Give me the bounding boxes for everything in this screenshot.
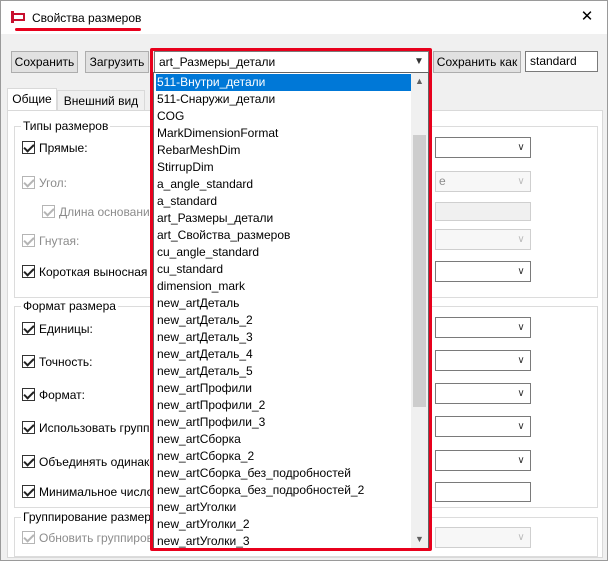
combine-same-select[interactable]: ∨ <box>435 450 531 471</box>
chevron-down-icon: ∨ <box>517 266 525 277</box>
tab-general[interactable]: Общие <box>7 88 57 110</box>
checkbox[interactable] <box>22 355 35 368</box>
dropdown-item[interactable]: new_artСборка_2 <box>156 448 412 465</box>
checkbox[interactable] <box>22 265 35 278</box>
dropdown-item[interactable]: MarkDimensionFormat <box>156 125 412 142</box>
bent-select: ∨ <box>435 229 531 250</box>
chevron-down-icon: ∨ <box>517 234 525 245</box>
save-as-name-input[interactable]: standard <box>525 51 598 72</box>
chevron-down-icon: ∨ <box>517 322 525 333</box>
scroll-down-icon[interactable]: ▼ <box>411 531 428 548</box>
setting-bent: Гнутая: <box>22 234 79 250</box>
scroll-up-icon[interactable]: ▲ <box>411 73 428 90</box>
preset-value: art_Размеры_детали <box>159 55 276 69</box>
close-icon[interactable]: ✕ <box>577 7 597 27</box>
app-icon <box>11 11 25 23</box>
dropdown-item[interactable]: new_artДеталь_4 <box>156 346 412 363</box>
dropdown-item[interactable]: a_standard <box>156 193 412 210</box>
chevron-down-icon[interactable]: ▼ <box>411 53 427 71</box>
dropdown-item[interactable]: COG <box>156 108 412 125</box>
checkbox <box>22 176 35 189</box>
dropdown-item[interactable]: new_artПрофили_3 <box>156 414 412 431</box>
dropdown-item[interactable]: dimension_mark <box>156 278 412 295</box>
chevron-down-icon: ∨ <box>517 355 525 366</box>
load-button[interactable]: Загрузить <box>85 51 149 73</box>
dropdown-item[interactable]: new_artСборка_без_подробностей_2 <box>156 482 412 499</box>
dropdown-scrollbar[interactable]: ▲ ▼ <box>411 73 428 548</box>
checkbox[interactable] <box>22 141 35 154</box>
chevron-down-icon: ∨ <box>517 388 525 399</box>
setting-angle: Угол: <box>22 176 67 192</box>
use-grouping-select[interactable]: ∨ <box>435 416 531 437</box>
dropdown-item[interactable]: new_artУголки_2 <box>156 516 412 533</box>
scrollbar-thumb[interactable] <box>413 135 426 407</box>
angle-value: e <box>439 174 446 188</box>
checkbox <box>22 531 35 544</box>
chevron-down-icon: ∨ <box>517 176 525 187</box>
checkbox[interactable] <box>22 485 35 498</box>
group-title-types: Типы размеров <box>21 119 111 133</box>
dropdown-item[interactable]: art_Размеры_детали <box>156 210 412 227</box>
setting-format[interactable]: Формат: <box>22 388 85 404</box>
setting-straight[interactable]: Прямые: <box>22 141 88 157</box>
save-button[interactable]: Сохранить <box>11 51 78 73</box>
dropdown-item[interactable]: 511-Внутри_детали <box>156 74 412 91</box>
chevron-down-icon: ∨ <box>517 455 525 466</box>
dropdown-item[interactable]: new_artСборка <box>156 431 412 448</box>
dropdown-item[interactable]: new_artДеталь_3 <box>156 329 412 346</box>
setting-short-extension-line[interactable]: Короткая выносная л <box>22 265 158 281</box>
checkbox[interactable] <box>22 421 35 434</box>
setting-minimum-number[interactable]: Минимальное число <box>22 485 153 501</box>
dropdown-item[interactable]: RebarMeshDim <box>156 142 412 159</box>
dropdown-item[interactable]: new_artУголки <box>156 499 412 516</box>
dropdown-item[interactable]: new_artПрофили_2 <box>156 397 412 414</box>
window-title: Свойства размеров <box>32 11 142 25</box>
preset-dropdown-list[interactable]: 511-Внутри_детали 511-Снаружи_детали COG Ma… <box>153 72 429 549</box>
checkbox[interactable] <box>22 322 35 335</box>
dropdown-item[interactable]: new_artУголки_3 <box>156 533 412 548</box>
dropdown-item[interactable]: new_artДеталь_5 <box>156 363 412 380</box>
dimension-properties-window: Свойства размеров ✕ Сохранить Загрузить … <box>0 0 608 561</box>
title-highlight-underline <box>15 28 141 31</box>
group-title-grouping: Группирование размер <box>21 510 153 524</box>
tab-appearance[interactable]: Внешний вид <box>57 90 145 110</box>
chevron-down-icon: ∨ <box>517 142 525 153</box>
precision-select[interactable]: ∨ <box>435 350 531 371</box>
minimum-number-field[interactable] <box>435 482 531 502</box>
format-select[interactable]: ∨ <box>435 383 531 404</box>
title-bar: Свойства размеров ✕ <box>1 1 607 34</box>
dropdown-item[interactable]: cu_angle_standard <box>156 244 412 261</box>
preset-combobox[interactable]: art_Размеры_детали ▼ <box>154 51 429 73</box>
dropdown-item[interactable]: new_artПрофили <box>156 380 412 397</box>
checkbox[interactable] <box>22 388 35 401</box>
setting-combine-same[interactable]: Объединять одинако <box>22 455 156 471</box>
dropdown-item[interactable]: 511-Снаружи_детали <box>156 91 412 108</box>
base-length-field <box>435 202 531 221</box>
setting-use-grouping[interactable]: Использовать группи <box>22 421 156 437</box>
dropdown-item[interactable]: new_artСборка_без_подробностей <box>156 465 412 482</box>
dropdown-item[interactable]: new_artДеталь <box>156 295 412 312</box>
angle-select: e ∨ <box>435 171 531 192</box>
units-select[interactable]: ∨ <box>435 317 531 338</box>
setting-base-length: Длина основани <box>42 205 150 221</box>
dropdown-item[interactable]: StirrupDim <box>156 159 412 176</box>
chevron-down-icon: ∨ <box>517 532 525 543</box>
setting-precision[interactable]: Точность: <box>22 355 92 371</box>
setting-units[interactable]: Единицы: <box>22 322 93 338</box>
dropdown-item[interactable]: art_Свойства_размеров <box>156 227 412 244</box>
checkbox[interactable] <box>22 455 35 468</box>
checkbox <box>42 205 55 218</box>
chevron-down-icon: ∨ <box>517 421 525 432</box>
setting-update-grouping: Обновить группирова <box>22 531 160 547</box>
dropdown-item[interactable]: cu_standard <box>156 261 412 278</box>
dropdown-item[interactable]: a_angle_standard <box>156 176 412 193</box>
checkbox <box>22 234 35 247</box>
straight-select[interactable]: ∨ <box>435 137 531 158</box>
save-as-button[interactable]: Сохранить как <box>433 51 521 73</box>
group-title-format: Формат размера <box>21 299 118 313</box>
short-extension-select[interactable]: ∨ <box>435 261 531 282</box>
update-grouping-select: ∨ <box>435 527 531 548</box>
dropdown-item[interactable]: new_artДеталь_2 <box>156 312 412 329</box>
